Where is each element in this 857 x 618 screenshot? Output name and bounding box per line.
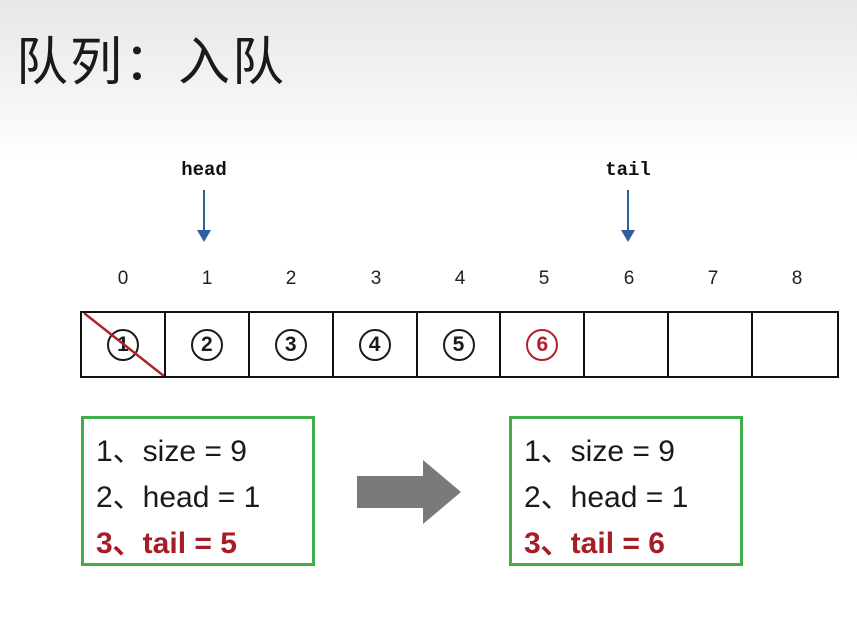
state-line: 1、size = 9	[96, 435, 247, 468]
head-pointer-label: head	[181, 159, 227, 181]
page-title: 队列：入队	[16, 33, 287, 93]
array-cell-removed: 1	[82, 313, 166, 376]
element-label: 1	[117, 332, 129, 356]
array-index: 8	[791, 268, 803, 289]
array-cell: 5	[418, 313, 502, 376]
state-line: 2、head = 1	[96, 481, 261, 514]
array-index: 1	[201, 268, 213, 289]
after-state-box: 1、size = 9 2、head = 1 3、tail = 6	[509, 416, 743, 566]
array-cell-new: 6	[501, 313, 586, 376]
array-index: 2	[285, 268, 297, 289]
array-index: 6	[623, 268, 635, 289]
state-line: 1、size = 9	[524, 435, 675, 468]
array-cell: 2	[166, 313, 250, 376]
array-index: 3	[370, 268, 382, 289]
array-index: 4	[454, 268, 466, 289]
element-circle: 3	[274, 328, 307, 361]
element-label: 4	[368, 332, 381, 356]
array-cell: 3	[250, 313, 334, 376]
head-pointer: head	[164, 160, 244, 244]
down-arrow-icon	[197, 190, 211, 242]
array-cell-empty	[585, 313, 670, 376]
array-index: 7	[707, 268, 719, 289]
array-cell-empty	[669, 313, 754, 376]
element-label: 3	[284, 332, 297, 356]
new-element-circle: 6	[526, 328, 559, 361]
right-arrow-icon	[357, 460, 461, 524]
state-line-highlight: 3、tail = 6	[524, 527, 665, 560]
array-index: 0	[117, 268, 129, 289]
tail-pointer-label: tail	[605, 159, 651, 181]
state-line: 2、head = 1	[524, 481, 689, 514]
queue-array: 1 2 3 4 5 6	[80, 311, 839, 378]
array-cell-empty	[753, 313, 837, 376]
down-arrow-icon	[621, 190, 635, 242]
element-label: 6	[536, 332, 549, 356]
element-circle: 2	[190, 328, 223, 361]
element-label: 5	[452, 332, 465, 356]
element-label: 2	[200, 332, 213, 356]
element-circle: 4	[358, 328, 391, 361]
array-cell: 4	[334, 313, 418, 376]
element-circle: 1	[106, 328, 139, 361]
state-line-highlight: 3、tail = 5	[96, 527, 237, 560]
before-state-box: 1、size = 9 2、head = 1 3、tail = 5	[81, 416, 315, 566]
element-circle: 5	[442, 328, 475, 361]
tail-pointer: tail	[588, 160, 668, 244]
array-index: 5	[538, 268, 550, 289]
